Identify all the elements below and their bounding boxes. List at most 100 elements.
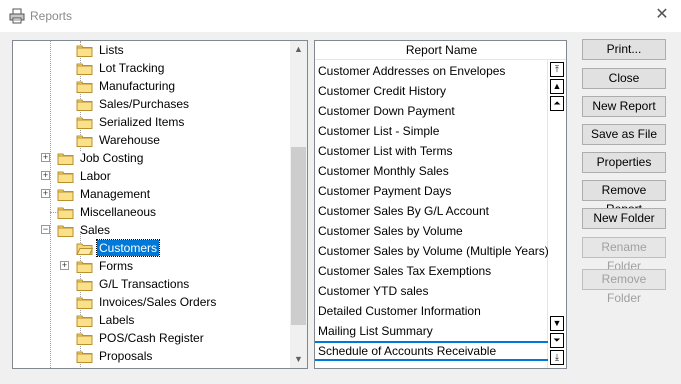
folder-icon <box>57 189 74 201</box>
tree-item[interactable]: Serialized Items <box>76 113 186 131</box>
tree-item-label: Labels <box>99 313 135 327</box>
rename-folder-button[interactable]: Rename Folder <box>582 237 666 273</box>
page-up-icon[interactable]: ⏶ <box>550 96 564 111</box>
report-list-item[interactable]: Detailed Customer Information <box>318 301 481 321</box>
tree-item[interactable]: Labor <box>57 167 113 185</box>
tree-item[interactable]: POS/Cash Register <box>76 329 206 347</box>
new-report-button[interactable]: New Report <box>582 96 666 117</box>
report-list-scrollbar[interactable]: ⤒ ▲ ⏶ ▼ ⏷ ⤓ <box>547 60 566 368</box>
tree-item-label: Lot Tracking <box>99 61 165 75</box>
folder-icon <box>57 153 74 165</box>
tree-scroll-thumb[interactable] <box>291 147 306 325</box>
tree-item[interactable]: Manufacturing <box>76 77 177 95</box>
report-list-item[interactable]: Customer Sales By G/L Account <box>318 201 489 221</box>
report-list-item[interactable]: Customer Sales by Volume (Multiple Years… <box>318 241 549 261</box>
tree-item-label: Customers <box>95 239 161 257</box>
tree-item[interactable]: G/L Transactions <box>76 275 191 293</box>
tree-item[interactable]: Miscellaneous <box>57 203 158 221</box>
collapse-icon[interactable]: − <box>41 225 50 234</box>
scroll-top-icon[interactable]: ⤒ <box>550 62 564 77</box>
expand-icon[interactable]: + <box>41 189 50 198</box>
tree-item-label: Forms <box>99 259 133 273</box>
tree-item-label: Miscellaneous <box>80 205 157 219</box>
tree-item[interactable]: Lot Tracking <box>76 59 166 77</box>
folder-icon <box>76 333 93 345</box>
folder-icon <box>76 117 93 129</box>
report-list-item[interactable]: Customer Down Payment <box>318 101 455 121</box>
report-list-item[interactable]: Customer List - Simple <box>318 121 439 141</box>
properties-button[interactable]: Properties <box>582 152 666 173</box>
remove-report-button[interactable]: Remove Report <box>582 180 666 216</box>
folder-icon <box>57 171 74 183</box>
title-bar: Reports ✕ <box>0 0 681 32</box>
tree-item-label: POS/Cash Register <box>99 331 204 345</box>
tree-item-label: Labor <box>80 169 111 183</box>
report-list-item[interactable]: Customer Sales by Volume <box>318 221 463 241</box>
tree-item[interactable]: Job Costing <box>57 149 145 167</box>
tree-item-label: Proposals <box>99 349 153 363</box>
report-list-item[interactable]: Schedule of Accounts Receivable <box>315 341 548 361</box>
close-button[interactable]: Close <box>582 68 666 89</box>
report-list-item[interactable]: Customer Payment Days <box>318 181 451 201</box>
tree-item-label: Warehouse <box>99 133 160 147</box>
scroll-up-arrow-icon[interactable]: ▲ <box>290 41 307 58</box>
tree-item[interactable]: Warehouse <box>76 131 162 149</box>
scroll-down-arrow-icon[interactable]: ▼ <box>290 351 307 368</box>
report-list-item[interactable]: Customer Addresses on Envelopes <box>318 61 505 81</box>
report-list-item[interactable]: Customer Monthly Sales <box>318 161 449 181</box>
tree-item-label: Sales/Purchases <box>99 97 190 111</box>
page-down-icon[interactable]: ⏷ <box>550 333 564 348</box>
remove-folder-button[interactable]: Remove Folder <box>582 269 666 305</box>
printer-icon <box>9 8 25 24</box>
tree-item[interactable]: Customers <box>76 239 161 257</box>
tree-scrollbar[interactable]: ▲ ▼ <box>290 41 307 368</box>
tree-guide-line <box>50 41 51 368</box>
tree-item-label: Sales <box>80 223 111 237</box>
tree-item-label: Job Costing <box>80 151 144 165</box>
folder-icon <box>76 81 93 93</box>
report-list-item[interactable]: Customer YTD sales <box>318 281 428 301</box>
folder-icon <box>76 99 93 111</box>
tree-item-label: G/L Transactions <box>99 277 190 291</box>
tree-item[interactable]: Lists <box>76 41 126 59</box>
report-list-item[interactable]: Customer Credit History <box>318 81 446 101</box>
report-list[interactable]: Report Name ⤒ ▲ ⏶ ▼ ⏷ ⤓ Customer Address… <box>314 40 567 369</box>
tree-item[interactable]: Sales <box>57 221 112 239</box>
expand-icon[interactable]: + <box>41 153 50 162</box>
tree-item-label: Invoices/Sales Orders <box>99 295 217 309</box>
tree-item[interactable]: Invoices/Sales Orders <box>76 293 218 311</box>
scroll-bottom-icon[interactable]: ⤓ <box>550 350 564 365</box>
tree-item[interactable]: Forms <box>76 257 135 275</box>
folder-icon <box>76 261 93 273</box>
expand-icon[interactable]: + <box>41 171 50 180</box>
window-title: Reports <box>30 9 73 23</box>
tree-item-label: Manufacturing <box>99 79 176 93</box>
close-icon[interactable]: ✕ <box>653 6 671 24</box>
report-list-item[interactable]: Customer List with Terms <box>318 141 452 161</box>
tree-item[interactable]: Proposals <box>76 347 154 365</box>
report-list-item[interactable]: Customer Sales Tax Exemptions <box>318 261 491 281</box>
tree-item[interactable]: Labels <box>76 311 136 329</box>
scroll-up-icon[interactable]: ▲ <box>550 79 564 94</box>
print-button[interactable]: Print... <box>582 39 666 60</box>
folder-icon <box>76 297 93 309</box>
new-folder-button[interactable]: New Folder <box>582 208 666 229</box>
report-folder-tree[interactable]: ▲ ▼ Lists Lot Tracking Manufacturing Sales/… <box>12 40 308 369</box>
report-list-item[interactable]: Mailing List Summary <box>318 321 433 341</box>
scroll-down-icon[interactable]: ▼ <box>550 316 564 331</box>
folder-icon <box>76 279 93 291</box>
folder-icon <box>76 45 93 57</box>
folder-icon <box>57 207 74 219</box>
folder-icon <box>76 351 93 363</box>
tree-item[interactable]: Management <box>57 185 152 203</box>
column-header-report-name[interactable]: Report Name <box>315 41 566 60</box>
folder-icon <box>57 225 74 237</box>
folder-icon <box>76 135 93 147</box>
folder-icon <box>76 63 93 75</box>
expand-icon[interactable]: + <box>60 261 69 270</box>
tree-item-label: Lists <box>99 43 124 57</box>
folder-icon <box>76 315 93 327</box>
tree-item[interactable]: Sales/Purchases <box>76 95 191 113</box>
save-as-file-button[interactable]: Save as File <box>582 124 666 145</box>
folder-open-icon <box>76 243 93 255</box>
